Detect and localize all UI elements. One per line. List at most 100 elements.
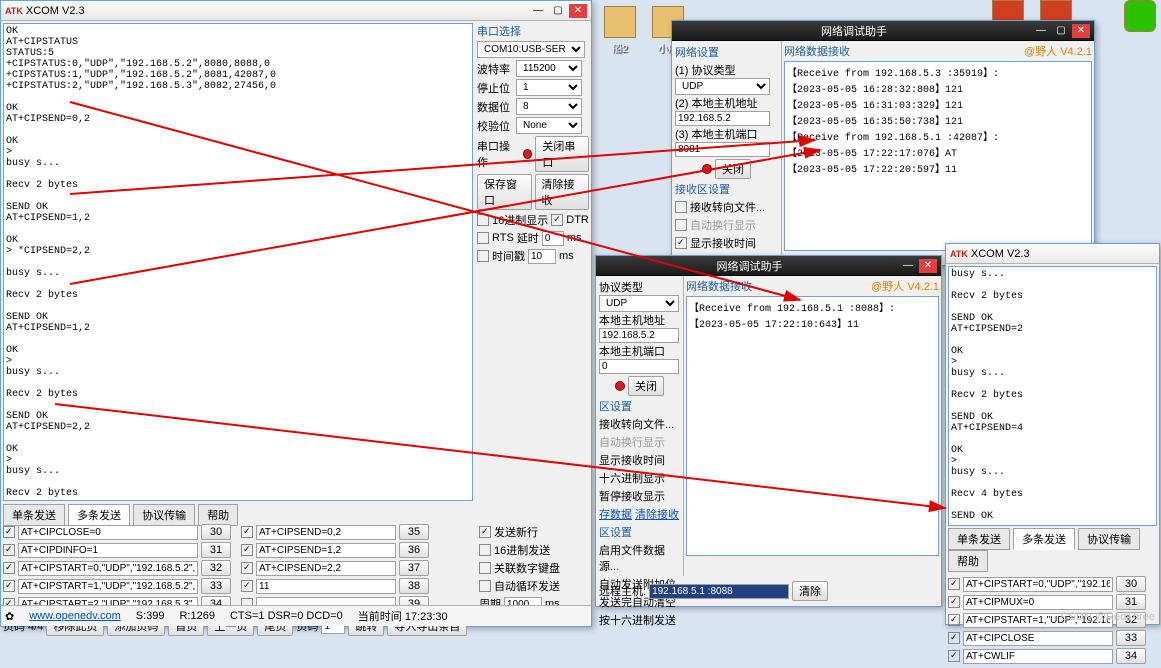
max-button[interactable]: ▢ bbox=[549, 4, 567, 18]
net2-hex-label: 十六进制显示 bbox=[599, 470, 665, 486]
cmd-input-30[interactable] bbox=[18, 525, 198, 540]
net1-max[interactable]: ▢ bbox=[1052, 24, 1070, 38]
delay-input[interactable] bbox=[542, 231, 564, 246]
close-serial-button[interactable]: 关闭串口 bbox=[535, 136, 589, 172]
cmd-input-36[interactable] bbox=[256, 543, 396, 558]
net2-clear-button[interactable]: 清除 bbox=[792, 581, 828, 601]
send-30[interactable]: 30 bbox=[201, 524, 231, 540]
site-link[interactable]: www.openedv.com bbox=[29, 610, 121, 622]
net1-proto-label: (1) 协议类型 bbox=[675, 62, 778, 78]
net2-title: 网络调试助手 bbox=[600, 258, 899, 274]
dtr-check[interactable] bbox=[551, 214, 563, 226]
net2-auto-label: 自动换行显示 bbox=[599, 434, 665, 450]
net1-close[interactable]: ✕ bbox=[1072, 24, 1090, 38]
newline-check[interactable] bbox=[479, 526, 491, 538]
x2-send-31[interactable]: 31 bbox=[1116, 594, 1146, 610]
net2-port-input[interactable] bbox=[599, 359, 679, 374]
data-select[interactable]: 8 bbox=[516, 98, 582, 115]
baud-select[interactable]: 115200 bbox=[516, 60, 582, 77]
row-check-32[interactable] bbox=[3, 562, 15, 574]
x2-chk-32[interactable] bbox=[948, 614, 960, 626]
net2-host-input[interactable] bbox=[649, 584, 789, 599]
row-check-36[interactable] bbox=[241, 544, 253, 556]
net2-min[interactable]: — bbox=[899, 259, 917, 273]
row-check-37[interactable] bbox=[241, 562, 253, 574]
op-label: 串口操作 bbox=[477, 138, 520, 170]
net1-proto-select[interactable]: UDP bbox=[675, 78, 770, 95]
min-button[interactable]: — bbox=[529, 4, 547, 18]
clear-recv-button[interactable]: 清除接收 bbox=[535, 174, 590, 210]
rts-check[interactable] bbox=[477, 232, 489, 244]
net1-ip-input[interactable] bbox=[675, 111, 770, 126]
x2-chk-31[interactable] bbox=[948, 596, 960, 608]
net2-ip-input[interactable] bbox=[599, 328, 679, 343]
net2-txset-label: 区设置 bbox=[599, 524, 680, 540]
send-31[interactable]: 31 bbox=[201, 542, 231, 558]
newline-label: 发送新行 bbox=[494, 524, 538, 540]
xcom2-tab-multi[interactable]: 多条发送 bbox=[1013, 528, 1075, 550]
row-check-38[interactable] bbox=[241, 580, 253, 592]
net1-version: @野人 V4.2.1 bbox=[1024, 43, 1092, 61]
row-check-33[interactable] bbox=[3, 580, 15, 592]
xcom2-tab-single[interactable]: 单条发送 bbox=[948, 528, 1010, 550]
ts-check[interactable] bbox=[477, 250, 489, 262]
ts-input[interactable] bbox=[528, 249, 556, 264]
cmd-input-38[interactable] bbox=[256, 579, 396, 594]
x2-cmd-33[interactable] bbox=[963, 631, 1113, 646]
xcom2-tab-proto[interactable]: 协议传输 bbox=[1078, 528, 1140, 550]
row-check-31[interactable] bbox=[3, 544, 15, 556]
x2-chk-34[interactable] bbox=[948, 650, 960, 662]
send-33[interactable]: 33 bbox=[201, 578, 231, 594]
net2-close[interactable]: ✕ bbox=[919, 259, 937, 273]
parity-label: 校验位 bbox=[477, 118, 513, 134]
app-icon-2: ATK bbox=[950, 249, 968, 259]
send-32[interactable]: 32 bbox=[201, 560, 231, 576]
net1-port-input[interactable] bbox=[675, 142, 770, 157]
x2-send-33[interactable]: 33 bbox=[1116, 630, 1146, 646]
net2-hexfmt-label: 按十六进制发送 bbox=[599, 612, 676, 628]
send-36[interactable]: 36 bbox=[399, 542, 429, 558]
net1-close-button[interactable]: 关闭 bbox=[715, 159, 751, 179]
cmd-input-32[interactable] bbox=[18, 561, 198, 576]
net2-close-button[interactable]: 关闭 bbox=[628, 376, 664, 396]
xcom-main-titlebar: ATK XCOM V2.3 — ▢ ✕ bbox=[1, 1, 591, 21]
x2-chk-33[interactable] bbox=[948, 632, 960, 644]
x2-send-30[interactable]: 30 bbox=[1116, 576, 1146, 592]
net1-fwd-check[interactable] bbox=[675, 201, 687, 213]
xcom2-tab-help[interactable]: 帮助 bbox=[948, 550, 988, 572]
net1-auto-check[interactable] bbox=[675, 219, 687, 231]
net2-clear-link[interactable]: 清除接收 bbox=[635, 506, 679, 522]
r-count: R:1269 bbox=[179, 610, 214, 622]
cmd-input-35[interactable] bbox=[256, 525, 396, 540]
send-38[interactable]: 38 bbox=[399, 578, 429, 594]
cmd-input-31[interactable] bbox=[18, 543, 198, 558]
cmd-input-37[interactable] bbox=[256, 561, 396, 576]
net1-ts-check[interactable] bbox=[675, 237, 687, 249]
serial-port-select[interactable]: COM10:USB-SERIAL bbox=[477, 41, 585, 58]
send-37[interactable]: 37 bbox=[399, 560, 429, 576]
x2-chk-30[interactable] bbox=[948, 578, 960, 590]
serial-state-icon bbox=[523, 149, 532, 159]
hexsend-check[interactable] bbox=[479, 544, 491, 556]
save-window-button[interactable]: 保存窗口 bbox=[477, 174, 532, 210]
parity-select[interactable]: None bbox=[516, 117, 582, 134]
stop-select[interactable]: 1 bbox=[516, 79, 582, 96]
row-check-30[interactable] bbox=[3, 526, 15, 538]
cmd-input-33[interactable] bbox=[18, 579, 198, 594]
x2-cmd-34[interactable] bbox=[963, 649, 1113, 664]
hex-disp-check[interactable] bbox=[477, 214, 489, 226]
close-button[interactable]: ✕ bbox=[569, 4, 587, 18]
net2-proto-select[interactable]: UDP bbox=[599, 295, 679, 312]
rts-label: RTS bbox=[492, 232, 514, 244]
loop-check[interactable] bbox=[479, 580, 491, 592]
x2-cmd-30[interactable] bbox=[963, 577, 1113, 592]
xcom2-log: busy s... Recv 2 bytes SEND OK AT+CIPSEN… bbox=[948, 266, 1157, 526]
net2-save-link[interactable]: 存数据 bbox=[599, 506, 632, 522]
x2-send-34[interactable]: 34 bbox=[1116, 648, 1146, 664]
x2-cmd-31[interactable] bbox=[963, 595, 1113, 610]
row-check-35[interactable] bbox=[241, 526, 253, 538]
net1-min[interactable]: — bbox=[1032, 24, 1050, 38]
net2-host-label: 远程主机: bbox=[599, 583, 646, 599]
kb-check[interactable] bbox=[479, 562, 491, 574]
send-35[interactable]: 35 bbox=[399, 524, 429, 540]
